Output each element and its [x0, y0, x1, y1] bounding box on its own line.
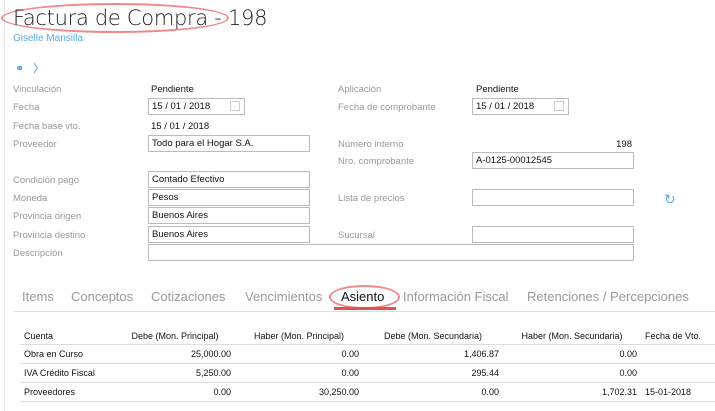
cell-fecha-vto: 15-01-2018 [641, 381, 715, 402]
sucursal-input[interactable] [472, 226, 634, 243]
numero-interno-label: Número interno [338, 139, 404, 150]
fecha-comprobante-label: Fecha de comprobante [338, 102, 436, 113]
descripcion-label: Descripción [13, 248, 63, 259]
condicion-label: Condición pago [13, 175, 80, 186]
chevron-right-icon[interactable]: 〉 [33, 63, 44, 75]
cell-cuenta: IVA Crédito Fiscal [20, 362, 115, 382]
prov-origen-label: Provincia origen [13, 211, 82, 222]
cell-fecha-vto [641, 343, 715, 363]
cell-cuenta: Obra en Curso [20, 343, 115, 363]
col-debe-principal: Debe (Mon. Principal) [131, 330, 219, 341]
col-haber-secundaria: Haber (Mon. Secundaria) [521, 330, 623, 341]
cell-haber-principal: 0.00 [235, 362, 363, 382]
tab-cotizaciones[interactable]: Cotizaciones [151, 289, 225, 304]
fecha-label: Fecha [13, 102, 40, 113]
tab-conceptos[interactable]: Conceptos [71, 289, 133, 304]
active-tab-indicator [334, 307, 396, 310]
cell-debe-secundaria: 0.00 [363, 381, 503, 402]
prov-origen-input[interactable]: Buenos Aires [148, 207, 310, 224]
col-fecha-vto: Fecha de Vto. [645, 330, 702, 341]
tab-retenciones[interactable]: Retenciones / Percepciones [527, 289, 689, 304]
aplicacion-value: Pendiente [476, 84, 519, 95]
tab-highlight-annotation [329, 285, 400, 309]
table-row[interactable]: Proveedores 0.00 30,250.00 0.00 1,702.31… [20, 381, 715, 402]
fecha-base-value: 15 / 01 / 2018 [151, 121, 210, 132]
cell-haber-principal: 0.00 [235, 343, 363, 363]
prov-destino-input[interactable]: Buenos Aires [148, 226, 310, 243]
table-row[interactable]: IVA Crédito Fiscal 5,250.00 0.00 295.44 … [20, 362, 715, 382]
asiento-table: Cuenta Debe (Mon. Principal) Haber (Mon.… [20, 328, 715, 402]
fecha-input[interactable]: 15 / 01 / 2018 [148, 98, 245, 115]
cell-haber-secundaria: 1,702.31 [503, 381, 641, 402]
lista-precios-label: Lista de precios [338, 193, 405, 204]
cell-debe-principal: 25,000.00 [115, 343, 235, 363]
col-cuenta: Cuenta [24, 330, 54, 341]
vinculacion-value: Pendiente [151, 84, 194, 95]
refresh-icon[interactable]: ↻ [664, 191, 676, 208]
tag-icon[interactable]: ⚭ [15, 63, 24, 75]
moneda-label: Moneda [13, 193, 48, 204]
fecha-comprobante-input[interactable]: 15 / 01 / 2018 [472, 98, 569, 115]
tab-informacion-fiscal[interactable]: Información Fiscal [403, 289, 508, 304]
page-title: Factura de Compra - 198 [13, 6, 268, 30]
cell-haber-secundaria: 0.00 [503, 343, 641, 363]
descripcion-input[interactable] [148, 244, 634, 261]
cell-debe-principal: 5,250.00 [115, 362, 235, 382]
sucursal-label: Sucursal [338, 230, 375, 241]
user-link[interactable]: Giselle Mansilla [13, 33, 83, 44]
proveedor-input[interactable]: Todo para el Hogar S.A. [148, 135, 310, 152]
col-debe-secundaria: Debe (Mon. Secundaria) [383, 330, 483, 341]
cell-haber-principal: 30,250.00 [235, 381, 363, 402]
vinculacion-label: Vinculación [13, 84, 62, 95]
nro-comprobante-input[interactable]: A-0125-00012545 [472, 152, 634, 169]
fecha-value: 15 / 01 / 2018 [152, 101, 211, 112]
lista-precios-input[interactable] [472, 189, 634, 206]
cell-debe-secundaria: 1,406.87 [363, 343, 503, 363]
cell-fecha-vto [641, 362, 715, 382]
proveedor-label: Proveedor [13, 139, 57, 150]
numero-interno-value: 198 [616, 139, 632, 150]
cell-debe-principal: 0.00 [115, 381, 235, 402]
fecha-base-label: Fecha base vto. [13, 121, 81, 132]
cell-haber-secundaria: 0.00 [503, 362, 641, 382]
calendar-icon[interactable] [230, 101, 240, 111]
cell-debe-secundaria: 295.44 [363, 362, 503, 382]
cell-cuenta: Proveedores [20, 381, 115, 402]
prov-destino-label: Provincia destino [13, 230, 86, 241]
aplicacion-label: Aplicación [338, 84, 382, 95]
moneda-input[interactable]: Pesos [148, 189, 310, 206]
nro-comprobante-label: Nro. comprobante [338, 156, 415, 167]
calendar-icon[interactable] [554, 101, 564, 111]
table-row[interactable]: Obra en Curso 25,000.00 0.00 1,406.87 0.… [20, 343, 715, 363]
tab-items[interactable]: Items [22, 289, 54, 304]
tab-vencimientos[interactable]: Vencimientos [245, 289, 322, 304]
left-border [4, 0, 5, 411]
col-haber-principal: Haber (Mon. Principal) [253, 330, 345, 341]
condicion-input[interactable]: Contado Efectivo [148, 171, 310, 188]
fecha-comprobante-value: 15 / 01 / 2018 [476, 101, 535, 112]
